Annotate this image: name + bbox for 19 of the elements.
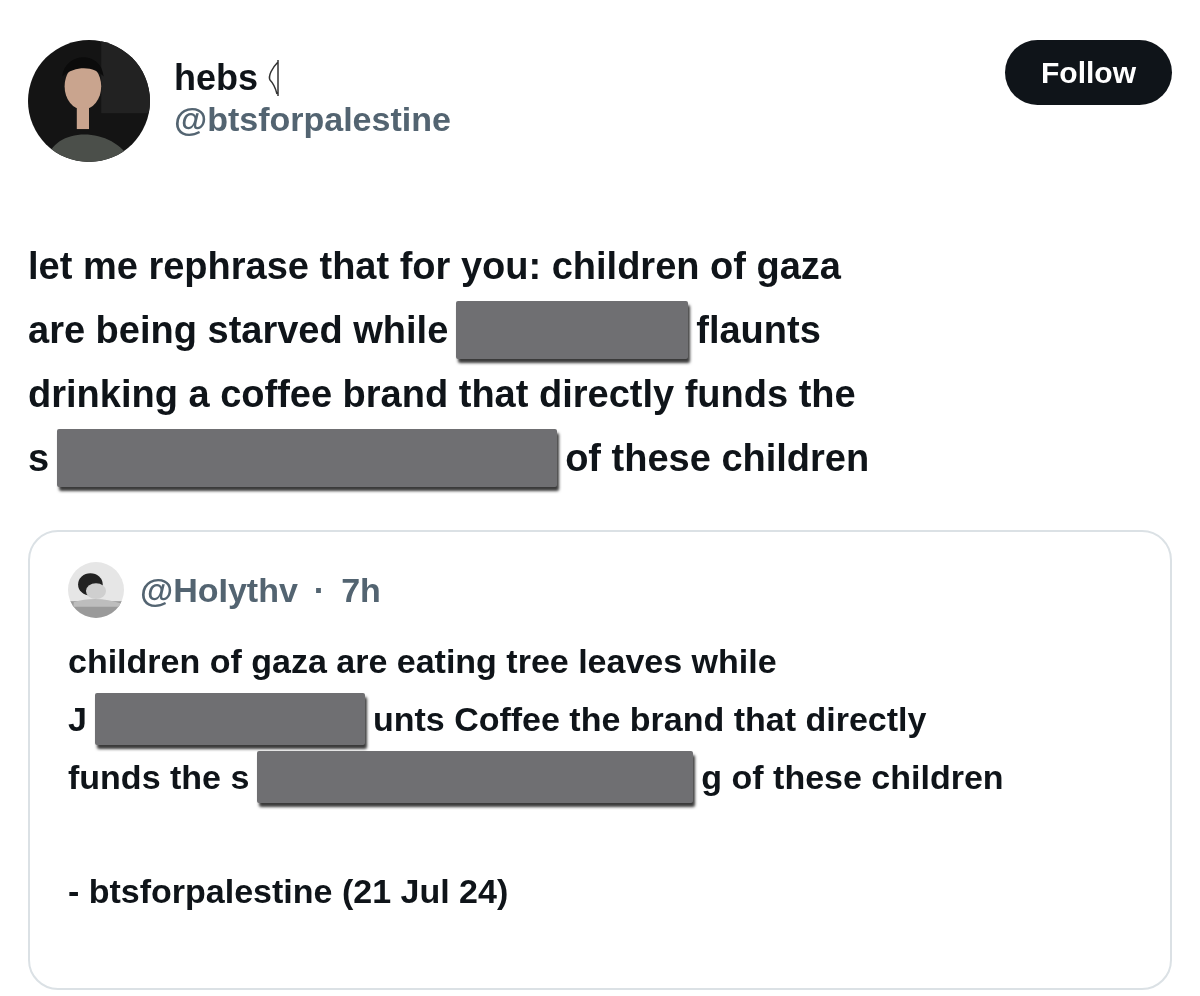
author-handle[interactable]: @btsforpalestine <box>174 99 981 140</box>
quoted-post-text: children of gaza are eating tree leaves while <box>68 641 777 682</box>
post-text: are being starved while <box>28 308 449 353</box>
quoted-post-card[interactable]: @HoIythv · 7h children of gaza are eating tree leaves while J unts Coffee the brand that directly funds the s g of these children - btsforpalestine (21 Jul 24) <box>28 530 1172 990</box>
separator-dot: · <box>313 569 326 611</box>
quoted-post-text: J <box>68 699 87 740</box>
follow-button[interactable]: Follow <box>1005 40 1172 105</box>
post-text: s <box>28 436 50 481</box>
quoted-post-text: funds the s <box>68 757 250 798</box>
post-text: flaunts <box>696 308 821 353</box>
post-text: drinking a coffee brand that directly funds the <box>28 372 856 417</box>
post-text: let me rephrase that for you: children of gaza <box>28 244 841 289</box>
post-time: 7h <box>341 569 381 611</box>
quoted-author-handle: @HoIythv <box>140 569 298 611</box>
quoted-post-text: g of these children <box>701 757 1004 798</box>
post-text: of these children <box>565 436 870 481</box>
quoted-post-text: unts Coffee the brand that directly <box>372 699 927 740</box>
signature-text: - btsforpalestine (21 Jul 24) <box>68 871 510 912</box>
author-name[interactable]: hebs <box>174 56 259 100</box>
